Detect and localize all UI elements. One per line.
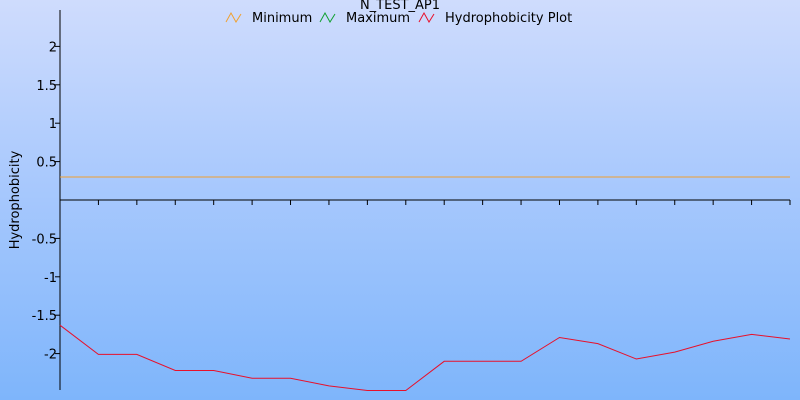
y-tick-label: 1 bbox=[49, 117, 57, 132]
legend-line-icon bbox=[225, 11, 242, 23]
hydrophobicity-chart: N_TEST_AP1 Minimum Maximum Hydrophobicit… bbox=[0, 0, 800, 400]
y-tick-label: -0.5 bbox=[32, 232, 57, 247]
series-layer bbox=[59, 176, 791, 391]
legend-label-hydrophobicity-plot: Hydrophobicity Plot bbox=[445, 11, 572, 26]
legend-label-maximum: Maximum bbox=[346, 11, 410, 26]
legend-line-icon bbox=[319, 11, 336, 23]
legend-item-maximum[interactable]: Maximum bbox=[319, 11, 410, 26]
chart-canvas: N_TEST_AP1 Minimum Maximum Hydrophobicit… bbox=[8, 0, 791, 391]
y-tick-label: -1 bbox=[44, 271, 57, 286]
legend-item-minimum[interactable]: Minimum bbox=[225, 11, 312, 26]
y-tick-label: 1.5 bbox=[36, 79, 57, 94]
chart-legend: Minimum Maximum Hydrophobicity Plot bbox=[225, 11, 572, 26]
series-line-hydrophobicity-plot bbox=[59, 324, 791, 391]
y-tick-label: 0.5 bbox=[36, 156, 57, 171]
legend-line-icon bbox=[418, 11, 435, 23]
y-tick-label: -1.5 bbox=[32, 309, 57, 324]
y-axis-title: Hydrophobicity bbox=[8, 150, 23, 249]
axes: 2 1.5 1 0.5 -0.5 -1 -1.5 -2 bbox=[32, 10, 791, 390]
y-tick-label: 2 bbox=[49, 40, 57, 55]
legend-label-minimum: Minimum bbox=[252, 11, 312, 26]
legend-item-hydrophobicity-plot[interactable]: Hydrophobicity Plot bbox=[418, 11, 572, 26]
y-tick-label: -2 bbox=[44, 348, 57, 363]
